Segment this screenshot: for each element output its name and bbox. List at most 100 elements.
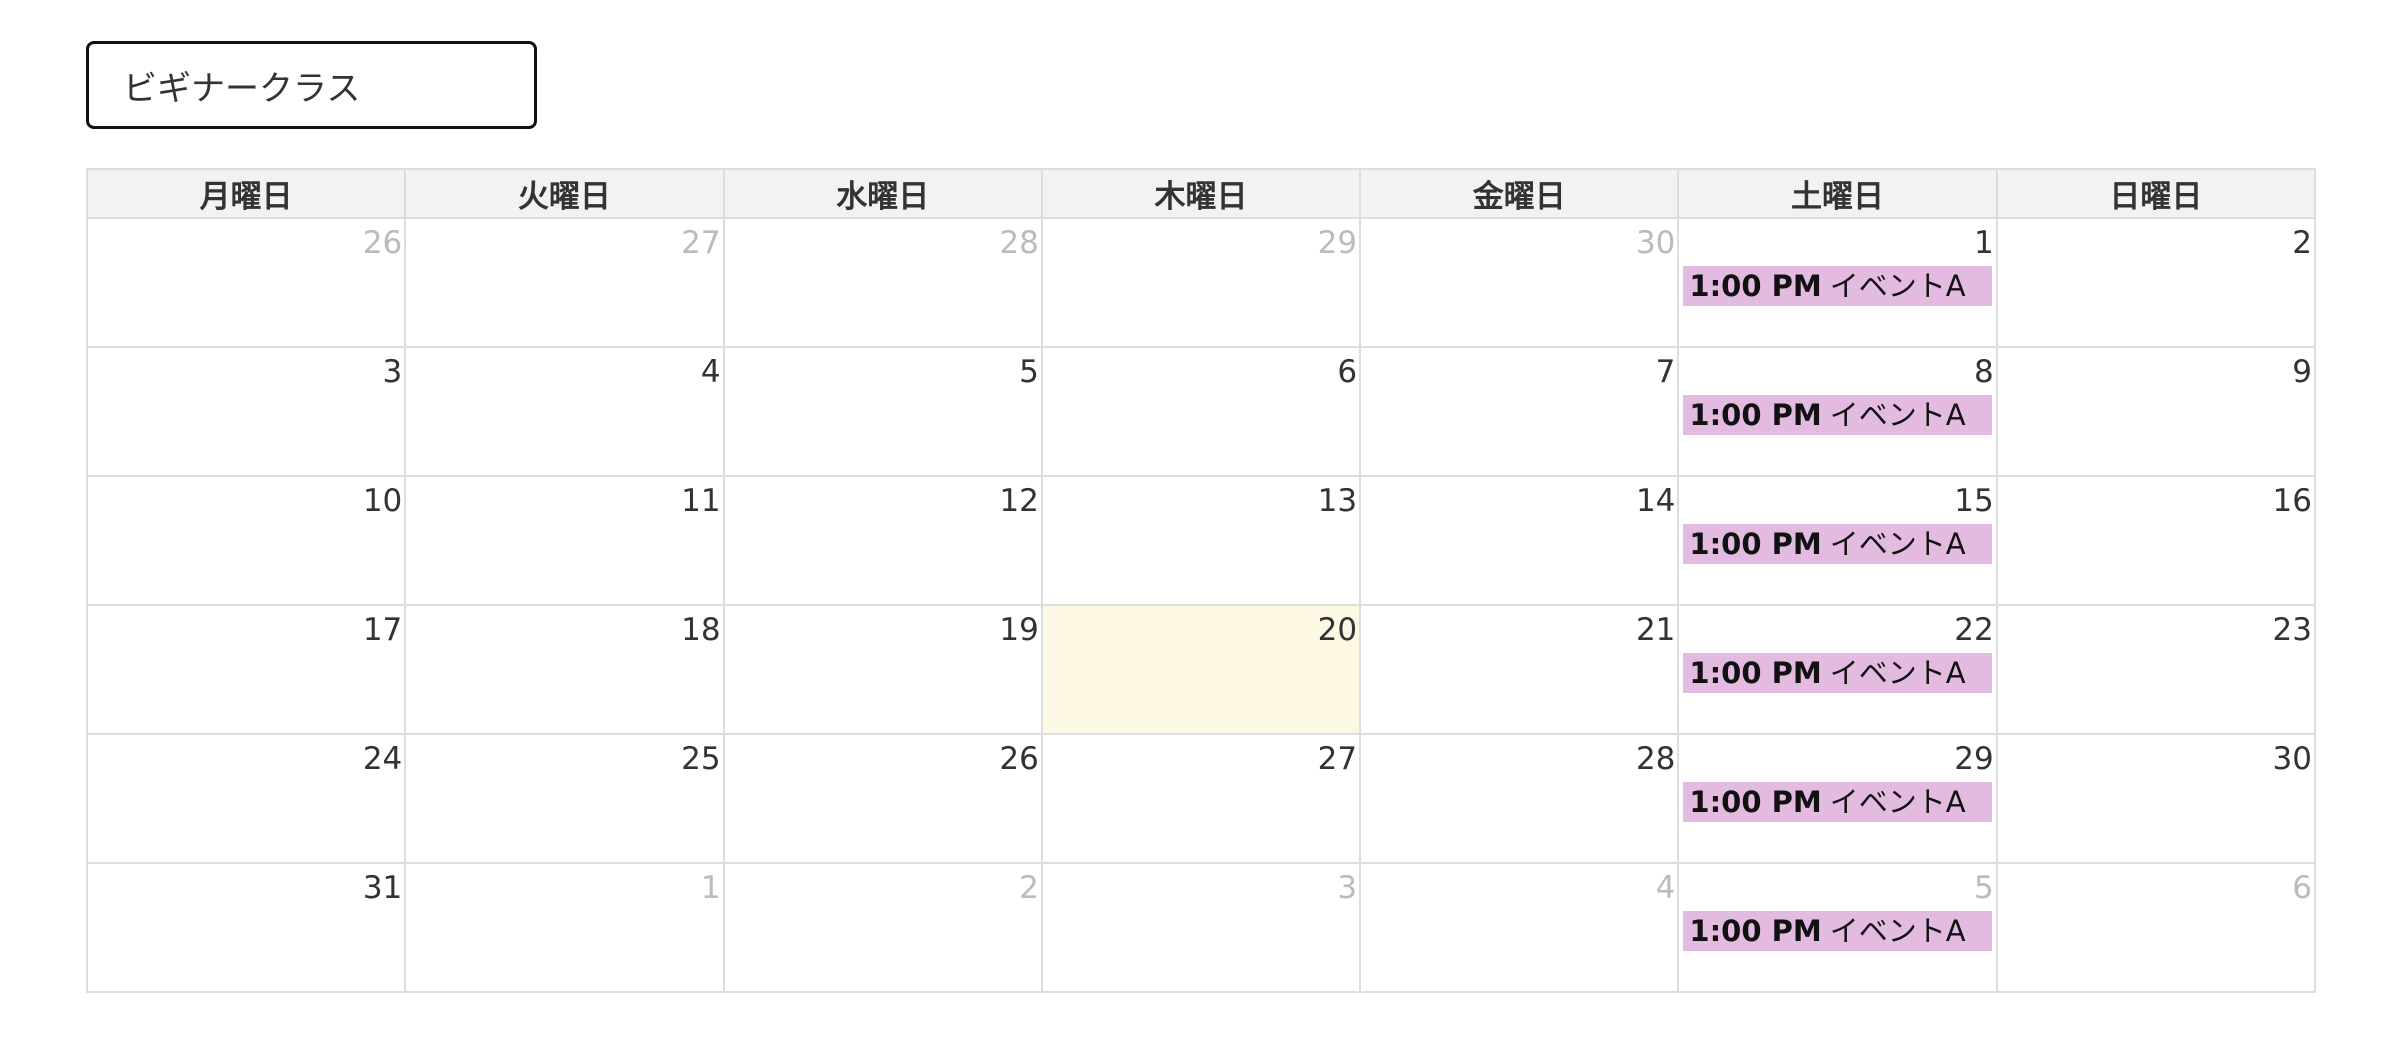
day-cell[interactable]: 16 bbox=[1995, 475, 2317, 606]
day-cell[interactable]: 29 bbox=[1040, 217, 1362, 348]
day-cell[interactable]: 3 bbox=[85, 346, 407, 477]
event-title: イベントA bbox=[1829, 785, 1966, 819]
day-cell[interactable]: 17 bbox=[85, 604, 407, 735]
day-cell[interactable]: 10 bbox=[85, 475, 407, 606]
day-number: 11 bbox=[681, 483, 721, 519]
day-cell[interactable]: 2 bbox=[722, 862, 1043, 993]
day-cell[interactable]: 1 1:00 PM イベントA bbox=[1677, 217, 1998, 348]
day-number: 3 bbox=[1337, 870, 1358, 906]
day-number: 27 bbox=[681, 225, 721, 261]
weekday-header-wed: 水曜日 bbox=[722, 168, 1043, 219]
day-number: 10 bbox=[362, 483, 403, 519]
day-cell[interactable]: 20 bbox=[1040, 604, 1362, 735]
day-cell[interactable]: 8 1:00 PM イベントA bbox=[1677, 346, 1998, 477]
day-cell[interactable]: 25 bbox=[404, 733, 725, 864]
week-row: 17 18 19 20 21 22 1:00 PM イベントA 23 bbox=[85, 604, 2317, 735]
weekday-header-fri: 金曜日 bbox=[1359, 168, 1680, 219]
day-number: 16 bbox=[2272, 483, 2312, 519]
week-row: 24 25 26 27 28 29 1:00 PM イベントA 30 bbox=[85, 733, 2317, 864]
weekday-header-tue: 火曜日 bbox=[404, 168, 725, 219]
day-number: 17 bbox=[362, 612, 403, 648]
day-cell[interactable]: 28 bbox=[722, 217, 1043, 348]
day-number: 18 bbox=[681, 612, 721, 648]
day-cell[interactable]: 24 bbox=[85, 733, 407, 864]
day-cell[interactable]: 7 bbox=[1359, 346, 1680, 477]
day-cell[interactable]: 26 bbox=[85, 217, 407, 348]
day-cell[interactable]: 14 bbox=[1359, 475, 1680, 606]
day-cell[interactable]: 15 1:00 PM イベントA bbox=[1677, 475, 1998, 606]
day-cell[interactable]: 5 bbox=[722, 346, 1043, 477]
day-cell[interactable]: 11 bbox=[404, 475, 725, 606]
day-cell[interactable]: 19 bbox=[722, 604, 1043, 735]
day-cell[interactable]: 26 bbox=[722, 733, 1043, 864]
weekday-header-row: 月曜日 火曜日 水曜日 木曜日 金曜日 土曜日 日曜日 bbox=[85, 168, 2317, 219]
day-cell[interactable]: 18 bbox=[404, 604, 725, 735]
day-cell[interactable]: 23 bbox=[1995, 604, 2317, 735]
calendar-event[interactable]: 1:00 PM イベントA bbox=[1683, 266, 1992, 306]
day-cell[interactable]: 30 bbox=[1359, 217, 1680, 348]
day-cell[interactable]: 5 1:00 PM イベントA bbox=[1677, 862, 1998, 993]
calendar-event[interactable]: 1:00 PM イベントA bbox=[1683, 395, 1992, 435]
day-cell[interactable]: 21 bbox=[1359, 604, 1680, 735]
calendar-page: ビギナークラス 月曜日 火曜日 水曜日 木曜日 金曜日 土曜日 日曜日 26 27… bbox=[0, 0, 2406, 1042]
day-number: 21 bbox=[1635, 612, 1676, 648]
day-number: 1 bbox=[1973, 225, 1994, 261]
day-cell[interactable]: 12 bbox=[722, 475, 1043, 606]
event-title: イベントA bbox=[1829, 398, 1966, 432]
day-cell[interactable]: 27 bbox=[404, 217, 725, 348]
day-number: 28 bbox=[1635, 741, 1676, 777]
day-cell[interactable]: 6 bbox=[1040, 346, 1362, 477]
calendar-event[interactable]: 1:00 PM イベントA bbox=[1683, 653, 1992, 693]
day-cell[interactable]: 29 1:00 PM イベントA bbox=[1677, 733, 1998, 864]
day-cell[interactable]: 1 bbox=[404, 862, 725, 993]
day-number: 6 bbox=[1337, 354, 1358, 390]
day-number: 13 bbox=[1317, 483, 1358, 519]
event-time: 1:00 PM bbox=[1689, 269, 1822, 303]
day-number: 5 bbox=[1973, 870, 1994, 906]
calendar-event[interactable]: 1:00 PM イベントA bbox=[1683, 524, 1992, 564]
event-time: 1:00 PM bbox=[1689, 656, 1822, 690]
event-title: イベントA bbox=[1829, 656, 1966, 690]
day-cell[interactable]: 3 bbox=[1040, 862, 1362, 993]
day-cell[interactable]: 27 bbox=[1040, 733, 1362, 864]
day-cell[interactable]: 4 bbox=[1359, 862, 1680, 993]
event-time: 1:00 PM bbox=[1689, 398, 1822, 432]
day-number: 28 bbox=[999, 225, 1039, 261]
day-cell[interactable]: 4 bbox=[404, 346, 725, 477]
day-number: 9 bbox=[2292, 354, 2312, 390]
day-cell[interactable]: 28 bbox=[1359, 733, 1680, 864]
calendar-event[interactable]: 1:00 PM イベントA bbox=[1683, 911, 1992, 951]
day-cell[interactable]: 30 bbox=[1995, 733, 2317, 864]
day-cell[interactable]: 22 1:00 PM イベントA bbox=[1677, 604, 1998, 735]
day-number: 19 bbox=[999, 612, 1039, 648]
day-number: 27 bbox=[1317, 741, 1358, 777]
day-number: 6 bbox=[2292, 870, 2312, 906]
day-cell[interactable]: 9 bbox=[1995, 346, 2317, 477]
week-row: 10 11 12 13 14 15 1:00 PM イベントA 16 bbox=[85, 475, 2317, 606]
day-number: 20 bbox=[1317, 612, 1358, 648]
day-number: 29 bbox=[1954, 741, 1994, 777]
day-number: 24 bbox=[362, 741, 403, 777]
calendar-event[interactable]: 1:00 PM イベントA bbox=[1683, 782, 1992, 822]
day-cell[interactable]: 2 bbox=[1995, 217, 2317, 348]
week-row: 31 1 2 3 4 5 1:00 PM イベントA 6 bbox=[85, 862, 2317, 993]
day-number: 2 bbox=[1019, 870, 1039, 906]
day-number: 15 bbox=[1954, 483, 1994, 519]
day-number: 23 bbox=[2272, 612, 2312, 648]
day-number: 3 bbox=[382, 354, 403, 390]
day-number: 2 bbox=[2292, 225, 2312, 261]
event-time: 1:00 PM bbox=[1689, 914, 1822, 948]
weekday-header-sun: 日曜日 bbox=[1995, 168, 2317, 219]
day-number: 5 bbox=[1019, 354, 1039, 390]
month-calendar: 月曜日 火曜日 水曜日 木曜日 金曜日 土曜日 日曜日 26 27 28 29 30 1 1… bbox=[85, 168, 2317, 993]
day-cell[interactable]: 13 bbox=[1040, 475, 1362, 606]
day-cell[interactable]: 6 bbox=[1995, 862, 2317, 993]
event-title: イベントA bbox=[1829, 269, 1966, 303]
day-number: 25 bbox=[681, 741, 721, 777]
day-number: 4 bbox=[1655, 870, 1676, 906]
day-number: 1 bbox=[700, 870, 721, 906]
weekday-header-mon: 月曜日 bbox=[85, 168, 407, 219]
day-number: 26 bbox=[362, 225, 403, 261]
day-cell[interactable]: 31 bbox=[85, 862, 407, 993]
class-select[interactable]: ビギナークラス bbox=[86, 41, 537, 129]
